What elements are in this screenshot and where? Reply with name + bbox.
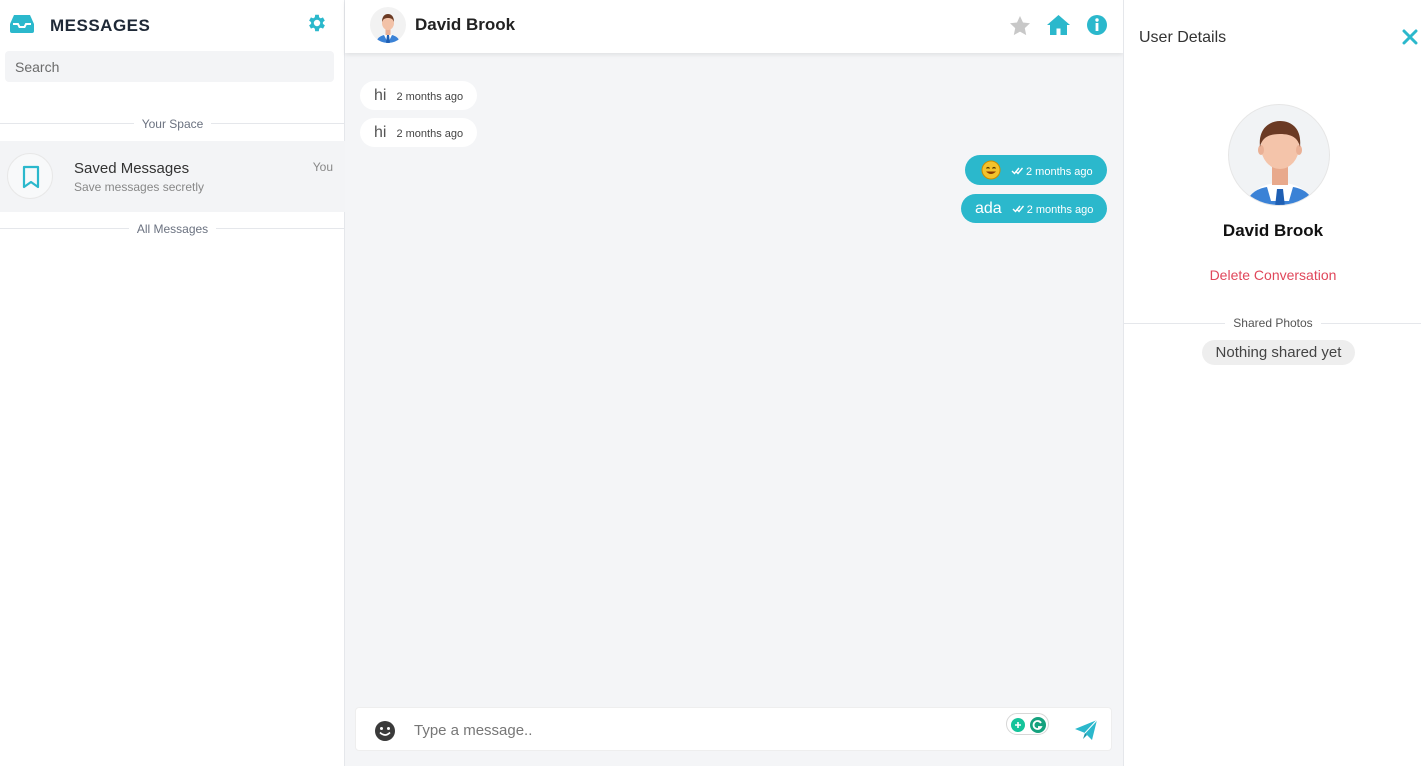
section-your-space: Your Space — [0, 117, 345, 131]
user-name: David Brook — [1222, 221, 1324, 240]
person-avatar-icon — [1245, 121, 1315, 205]
avatar[interactable] — [370, 7, 406, 43]
bookmark-icon — [22, 165, 40, 189]
close-icon[interactable] — [1402, 29, 1418, 45]
message-time: 2 months ago — [1012, 204, 1093, 216]
shared-empty-badge: Nothing shared yet — [1202, 340, 1355, 365]
sidebar-header: MESSAGES — [0, 0, 345, 50]
message-time: 2 months ago — [396, 128, 464, 140]
message-time: 2 months ago — [1011, 166, 1093, 178]
chat-header: David Brook — [345, 0, 1123, 53]
avatar — [1228, 104, 1330, 206]
messages-sidebar: MESSAGES Your Space Saved Messages Save … — [0, 0, 345, 766]
info-icon[interactable] — [1086, 14, 1108, 36]
message-time: 2 months ago — [396, 91, 464, 103]
panel-title: User Details — [1139, 29, 1227, 46]
saved-messages-subtitle: Save messages secretly — [74, 180, 205, 194]
saved-messages-title: Saved Messages — [74, 160, 190, 177]
gear-icon[interactable] — [306, 12, 328, 34]
inbox-icon — [10, 15, 34, 33]
message-text: hi — [374, 86, 387, 104]
contact-name[interactable]: David Brook — [415, 15, 515, 35]
message-outgoing[interactable]: 2 months ago — [965, 155, 1107, 185]
user-details-panel: User Details David Brook Delete Conversa… — [1123, 0, 1421, 766]
message-composer — [355, 707, 1112, 751]
double-check-icon — [1012, 205, 1024, 213]
saved-messages-owner: You — [312, 160, 333, 174]
message-outgoing[interactable]: ada 2 months ago — [961, 194, 1108, 223]
sidebar-title: MESSAGES — [50, 16, 151, 35]
double-check-icon — [1011, 167, 1023, 175]
message-input[interactable] — [414, 716, 994, 744]
grammarly-widget[interactable] — [1006, 713, 1049, 735]
search-input[interactable] — [5, 51, 334, 82]
star-icon[interactable] — [1008, 14, 1032, 38]
smile-emoji-icon — [981, 160, 1001, 180]
message-incoming[interactable]: hi 2 months ago — [360, 81, 478, 110]
chat-panel: David Brook hi 2 months ago hi 2 months … — [345, 0, 1123, 766]
grammarly-icon — [1011, 717, 1046, 733]
message-text: ada — [975, 199, 1002, 217]
message-incoming[interactable]: hi 2 months ago — [360, 118, 478, 147]
delete-conversation-button[interactable]: Delete Conversation — [1124, 267, 1421, 283]
home-icon[interactable] — [1046, 13, 1071, 37]
emoji-icon[interactable] — [374, 720, 396, 742]
section-all-messages: All Messages — [0, 222, 345, 236]
send-icon[interactable] — [1074, 719, 1098, 741]
shared-photos-label: Shared Photos — [1124, 316, 1421, 330]
saved-messages-item[interactable]: Saved Messages Save messages secretly Yo… — [0, 141, 345, 212]
message-text: hi — [374, 123, 387, 141]
saved-avatar — [7, 153, 53, 199]
person-avatar-icon — [376, 14, 400, 43]
